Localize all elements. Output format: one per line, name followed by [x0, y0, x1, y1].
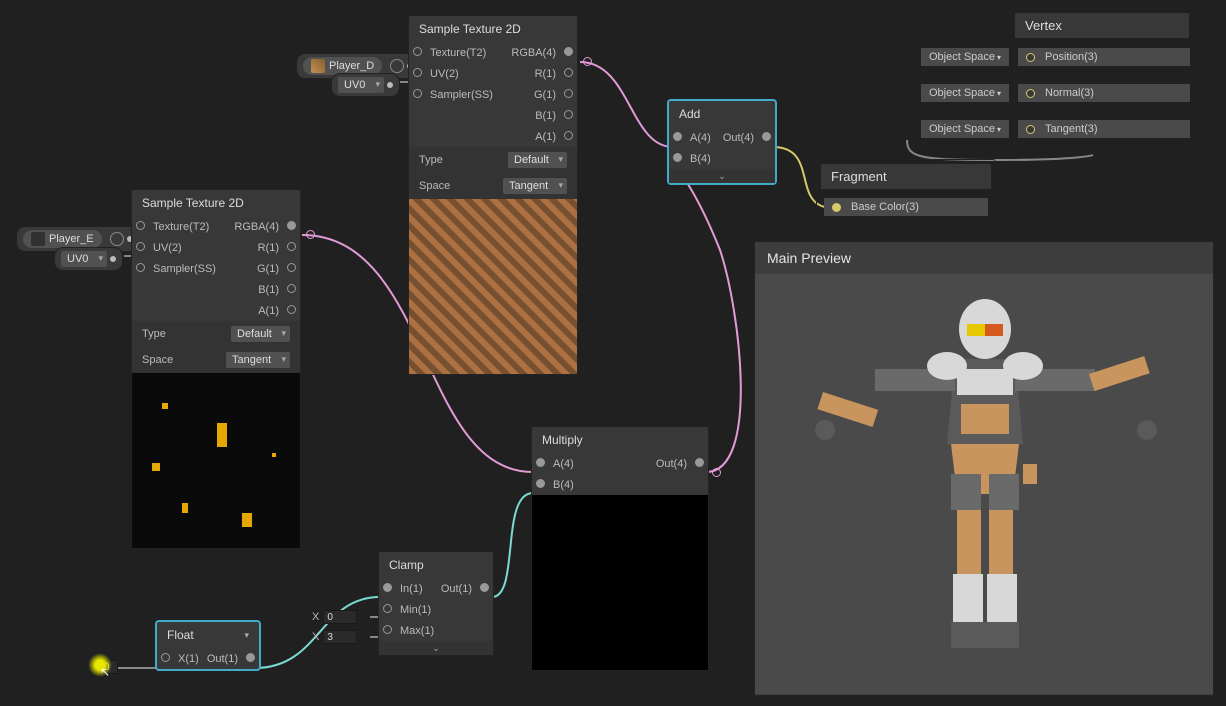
- field-max[interactable]: X: [312, 630, 357, 644]
- min-input[interactable]: [323, 610, 357, 624]
- chevron-down-icon[interactable]: ▾: [244, 630, 249, 641]
- max-input[interactable]: [323, 630, 357, 644]
- collapse-toggle[interactable]: ⌄: [669, 169, 775, 183]
- node-multiply[interactable]: Multiply A(4)Out(4) B(4): [531, 426, 709, 671]
- vertex-row-position[interactable]: Position(3): [1018, 48, 1190, 66]
- uv-select[interactable]: UV0: [338, 77, 384, 93]
- port-out-icon[interactable]: [110, 256, 116, 262]
- output-port-rgba[interactable]: [583, 57, 592, 66]
- preview-viewport[interactable]: [755, 274, 1213, 694]
- collapse-toggle[interactable]: ⌄: [379, 641, 493, 655]
- node-title: Sample Texture 2D: [132, 190, 300, 216]
- vertex-row-tangent[interactable]: Tangent(3): [1018, 120, 1190, 138]
- node-sample-texture-2d-b[interactable]: Sample Texture 2D Texture(T2)RGBA(4) UV(…: [131, 189, 301, 549]
- object-picker-icon[interactable]: [390, 59, 404, 73]
- node-title: Clamp: [379, 552, 493, 578]
- fragment-header: Fragment: [820, 163, 992, 190]
- type-select[interactable]: Default: [231, 326, 290, 342]
- node-title: Sample Texture 2D: [409, 16, 577, 42]
- vertex-row-normal[interactable]: Normal(3): [1018, 84, 1190, 102]
- node-preview: [532, 495, 708, 670]
- cursor-highlight: [88, 653, 112, 677]
- node-float[interactable]: Float▾ X(1)Out(1): [156, 621, 260, 670]
- node-clamp[interactable]: Clamp In(1)Out(1) Min(1) Max(1) ⌄: [378, 551, 494, 656]
- property-label: Player_D: [329, 60, 374, 72]
- character-model: [755, 274, 1213, 694]
- node-preview: [132, 373, 300, 548]
- space-select[interactable]: Tangent: [503, 178, 567, 194]
- fragment-row-basecolor[interactable]: Base Color(3): [824, 198, 988, 216]
- main-preview-panel[interactable]: Main Preview: [754, 241, 1214, 696]
- vertex-header: Vertex: [1014, 12, 1190, 39]
- preview-title: Main Preview: [755, 242, 1213, 274]
- space-chip[interactable]: Object Space▾: [921, 48, 1009, 66]
- space-select[interactable]: Tangent: [226, 352, 290, 368]
- node-sample-texture-2d-a[interactable]: Sample Texture 2D Texture(T2)RGBA(4) UV(…: [408, 15, 578, 375]
- node-title: Add: [669, 101, 775, 127]
- node-preview: [409, 199, 577, 374]
- node-add[interactable]: Add A(4)Out(4) B(4) ⌄: [668, 100, 776, 184]
- property-uv0-a[interactable]: UV0: [331, 73, 400, 97]
- port-out-icon[interactable]: [387, 82, 393, 88]
- node-title: Float: [167, 628, 194, 642]
- object-picker-icon[interactable]: [110, 232, 124, 246]
- output-port[interactable]: [712, 468, 721, 477]
- uv-select[interactable]: UV0: [61, 251, 107, 267]
- output-port-rgba[interactable]: [306, 230, 315, 239]
- property-uv0-b[interactable]: UV0: [54, 247, 123, 271]
- property-label: Player_E: [49, 233, 94, 245]
- field-min[interactable]: X: [312, 610, 357, 624]
- node-title: Multiply: [532, 427, 708, 453]
- space-chip[interactable]: Object Space▾: [921, 84, 1009, 102]
- space-chip[interactable]: Object Space▾: [921, 120, 1009, 138]
- type-select[interactable]: Default: [508, 152, 567, 168]
